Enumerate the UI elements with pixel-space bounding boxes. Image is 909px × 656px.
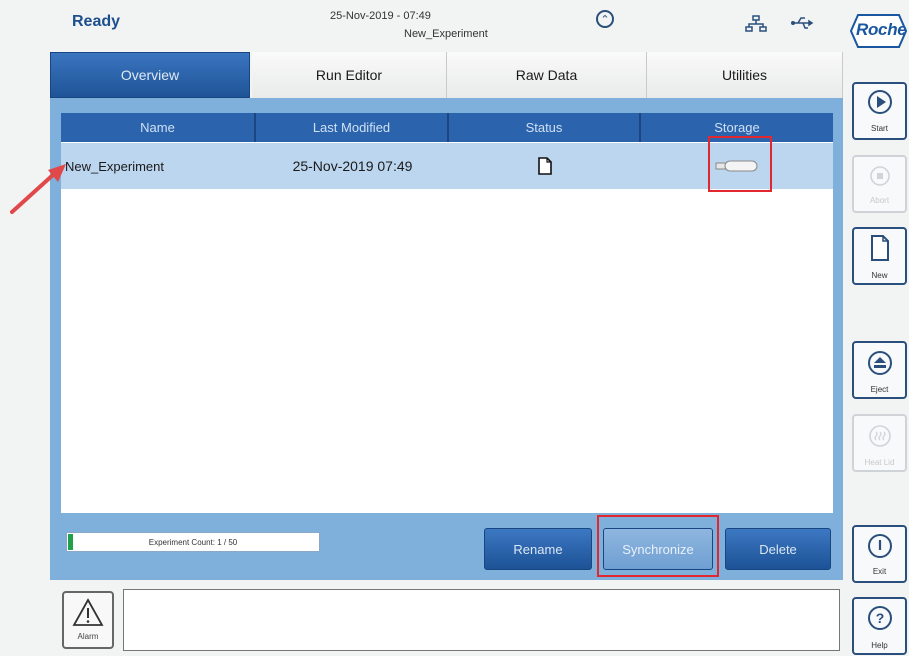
start-label: Start — [871, 124, 888, 133]
tab-overview[interactable]: Overview — [50, 52, 250, 98]
rename-button[interactable]: Rename — [484, 528, 592, 570]
file-icon — [538, 157, 552, 175]
heat-icon — [868, 425, 891, 447]
tab-utilities[interactable]: Utilities — [647, 52, 843, 98]
abort-label: Abort — [869, 196, 890, 205]
cell-last-modified: 25-Nov-2019 07:49 — [292, 158, 413, 174]
eject-label: Eject — [870, 385, 889, 394]
exit-label: Exit — [872, 567, 887, 576]
tab-run-editor[interactable]: Run Editor — [252, 52, 447, 98]
delete-button[interactable]: Delete — [725, 528, 831, 570]
stop-icon — [869, 166, 890, 186]
play-icon — [867, 90, 892, 114]
brand-logo-text: Roche — [856, 20, 907, 39]
power-icon — [867, 534, 892, 558]
help-icon: ? — [867, 606, 892, 630]
pointer-arrow-icon — [10, 164, 66, 214]
heat-lid-label: Heat Lid — [864, 458, 895, 467]
experiment-title: New_Experiment — [404, 28, 488, 40]
column-header-name[interactable]: Name — [61, 113, 256, 142]
alarm-label: Alarm — [77, 632, 99, 641]
eject-icon — [867, 351, 892, 375]
new-label: New — [871, 271, 888, 280]
status-text: Ready — [72, 13, 121, 30]
usb-icon — [791, 17, 814, 29]
storage-highlight-box — [708, 136, 772, 192]
warning-icon — [72, 598, 104, 626]
column-header-last-modified[interactable]: Last Modified — [256, 113, 449, 142]
cell-name: New_Experiment — [65, 158, 164, 174]
help-label: Help — [871, 641, 888, 650]
svg-text:?: ? — [875, 610, 884, 626]
chevron-up-icon[interactable]: ⌃ — [596, 10, 614, 28]
synchronize-highlight-box — [597, 515, 719, 577]
datetime-text: 25-Nov-2019 - 07:49 — [330, 10, 431, 22]
network-icon — [745, 15, 767, 32]
column-header-status[interactable]: Status — [449, 113, 641, 142]
experiment-count-bar: Experiment Count: 1 / 50 — [66, 532, 320, 552]
tab-raw-data[interactable]: Raw Data — [447, 52, 647, 98]
message-box — [123, 589, 840, 651]
experiment-count-fill — [68, 534, 73, 550]
cell-status — [449, 143, 641, 189]
new-file-icon — [870, 235, 889, 261]
